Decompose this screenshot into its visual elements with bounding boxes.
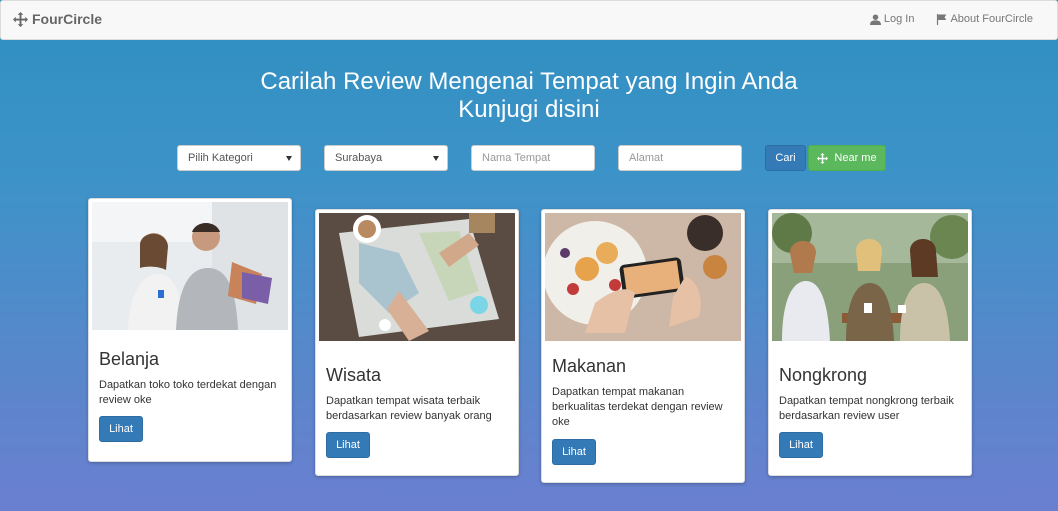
lihat-label: Lihat <box>789 439 813 451</box>
category-select-value: Pilih Kategori <box>188 152 253 164</box>
place-name-input[interactable]: Nama Tempat <box>471 145 595 171</box>
card-wisata: Wisata Dapatkan tempat wisata terbaik be… <box>315 209 519 476</box>
near-me-button[interactable]: Near me <box>808 145 886 171</box>
card-description: Dapatkan tempat nongkrong terbaik berdas… <box>779 395 954 422</box>
lihat-label: Lihat <box>336 439 360 451</box>
address-input[interactable]: Alamat <box>618 145 742 171</box>
card-image-food <box>545 213 741 341</box>
login-link[interactable]: Log In <box>869 13 915 25</box>
city-select-value: Surabaya <box>335 152 383 164</box>
city-select[interactable]: Surabaya <box>324 145 448 171</box>
card-nongkrong: Nongkrong Dapatkan tempat nongkrong terb… <box>768 209 972 476</box>
hero-heading: Carilah Review Mengenai Tempat yang Ingi… <box>0 68 1058 124</box>
card-title: Wisata <box>326 365 382 385</box>
lihat-button[interactable]: Lihat <box>779 432 823 458</box>
lihat-label: Lihat <box>109 423 133 435</box>
about-link[interactable]: About FourCircle <box>936 13 1033 25</box>
lihat-button[interactable]: Lihat <box>552 439 596 465</box>
flag-icon <box>937 13 947 25</box>
category-select[interactable]: Pilih Kategori <box>177 145 301 171</box>
lihat-label: Lihat <box>562 446 586 458</box>
card-title: Belanja <box>99 349 160 369</box>
card-image-travel <box>319 213 515 341</box>
card-image-hangout <box>772 213 968 341</box>
place-name-placeholder: Nama Tempat <box>482 152 551 164</box>
login-label: Log In <box>883 13 915 25</box>
card-belanja: Belanja Dapatkan toko toko terdekat deng… <box>88 198 292 462</box>
brand-link[interactable]: FourCircle <box>13 11 102 27</box>
navbar: FourCircle Log In About FourCircle <box>0 0 1058 40</box>
address-placeholder: Alamat <box>629 152 664 164</box>
card-description: Dapatkan tempat wisata terbaik berdasark… <box>326 395 492 422</box>
card-title: Makanan <box>552 356 627 376</box>
card-description: Dapatkan toko toko terdekat dengan revie… <box>99 379 277 406</box>
card-title: Nongkrong <box>779 365 868 385</box>
hero-line-1: Carilah Review Mengenai Tempat yang Ingi… <box>260 68 798 95</box>
card-image-shopping <box>92 202 288 330</box>
hero-line-2: Kunjugi disini <box>458 96 600 123</box>
search-button[interactable]: Cari <box>765 145 806 171</box>
near-me-label: Near me <box>834 152 877 164</box>
move-icon <box>13 11 28 27</box>
brand-name: FourCircle <box>32 11 103 27</box>
move-icon <box>817 152 829 164</box>
user-icon <box>869 13 881 25</box>
lihat-button[interactable]: Lihat <box>326 432 370 458</box>
lihat-button[interactable]: Lihat <box>99 416 143 442</box>
card-description: Dapatkan tempat makanan berkualitas terd… <box>552 386 723 428</box>
search-button-label: Cari <box>775 152 796 164</box>
card-makanan: Makanan Dapatkan tempat makanan berkuali… <box>541 209 745 483</box>
about-label: About FourCircle <box>950 13 1033 25</box>
